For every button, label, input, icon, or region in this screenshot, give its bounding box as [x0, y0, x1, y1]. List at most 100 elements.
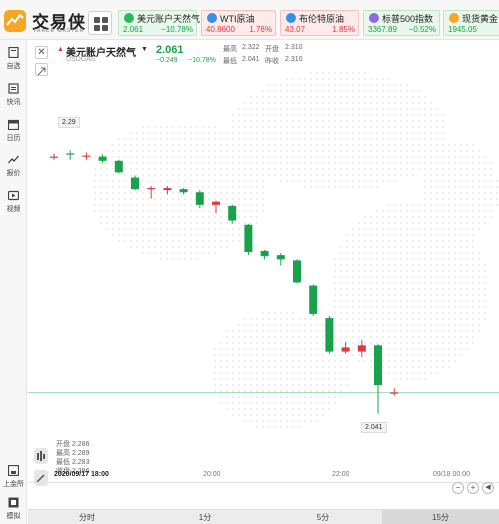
world-map-background — [94, 72, 498, 428]
candle-body — [244, 224, 253, 253]
candle-body — [147, 188, 156, 190]
ticker-change: 1.85% — [332, 25, 355, 34]
simulate-icon — [8, 497, 19, 508]
candle-body — [325, 318, 334, 352]
logo-icon — [4, 10, 26, 32]
sidebar-item-label: 自选 — [6, 63, 21, 70]
sidebar-item-label: 上金所 — [3, 481, 24, 488]
exchange-icon — [8, 465, 19, 476]
candles — [50, 150, 399, 414]
ticker-price: 2.061 — [123, 25, 144, 34]
ticker-sp500[interactable]: 标普500指数 3367.89 −0.52% — [363, 10, 440, 36]
ticker-natgas[interactable]: 美元账户天然气 2.061 −10.78% — [118, 10, 201, 36]
ticker-name: 标普500指数 — [382, 14, 434, 24]
candle-body — [341, 347, 350, 352]
candle-body — [98, 156, 107, 161]
video-icon — [8, 190, 19, 201]
sidebar-item-news[interactable]: 快讯 — [0, 81, 27, 111]
ticker-brent[interactable]: 布伦特原油 43.07 1.85% — [280, 10, 359, 36]
sidebar: 自选 快讯 日历 报价 视频 上金所 模拟 — [0, 40, 27, 524]
ticker-price: 3367.89 — [368, 25, 397, 34]
brand-tagline: TRADE MASTER — [33, 28, 85, 34]
calendar-icon — [8, 119, 19, 130]
candle-body — [50, 156, 58, 158]
sidebar-item-label: 报价 — [6, 170, 21, 177]
candle-body — [357, 345, 366, 352]
ticker-price: 40.8600 — [206, 25, 235, 34]
candle-body — [114, 160, 123, 173]
sidebar-item-label: 快讯 — [6, 99, 21, 106]
candle-body — [390, 392, 399, 394]
ticker-name: 美元账户天然气 — [137, 14, 201, 24]
candle-body — [309, 285, 318, 314]
candle-body — [276, 255, 285, 260]
oil-icon — [286, 13, 296, 23]
candle-body — [131, 177, 139, 190]
candle-body — [66, 153, 75, 155]
interval-tabs: 分时 1分 5分 15分 — [28, 509, 499, 524]
grid-icon — [94, 17, 100, 23]
sidebar-item-label: 日历 — [6, 135, 21, 142]
zoom-out-button[interactable]: − — [452, 482, 464, 494]
sidebar-item-simulate[interactable]: 模拟 — [0, 495, 27, 524]
ohlc-low: 最低 2.283 — [56, 459, 90, 466]
sidebar-item-sge[interactable]: 上金所 — [0, 463, 27, 493]
minus-icon: − — [455, 483, 461, 492]
candle-body — [228, 205, 237, 221]
sidebar-item-label: 模拟 — [6, 513, 21, 520]
x-axis-tick: 22:00 — [332, 471, 350, 478]
candle-body — [260, 250, 269, 257]
candle-body — [374, 345, 382, 386]
ticker-name: 布伦特原油 — [299, 14, 345, 24]
scroll-left-button[interactable]: ◀ — [482, 482, 494, 494]
brand-logo[interactable]: 交易侠 TRADE MASTER — [2, 6, 85, 36]
chevron-left-icon: ◀ — [485, 484, 491, 491]
candle-body — [293, 260, 301, 283]
high-price-tag: 2.29 — [58, 117, 80, 128]
ohlc-open: 开盘 2.286 — [56, 441, 90, 448]
candle-body — [212, 201, 220, 205]
candle-body — [179, 189, 188, 193]
x-axis-line — [28, 482, 499, 483]
candles-icon — [37, 451, 45, 461]
draw-tool-button[interactable] — [34, 470, 48, 486]
sidebar-item-video[interactable]: 视频 — [0, 188, 27, 218]
sidebar-item-watchlist[interactable]: 自选 — [0, 45, 27, 75]
ticker-change: 1.76% — [249, 25, 272, 34]
sidebar-item-quotes[interactable]: 报价 — [0, 152, 27, 182]
zoom-in-button[interactable]: + — [467, 482, 479, 494]
oil-icon — [207, 13, 217, 23]
cursor-time-label: 2020/09/17 18:00 — [54, 471, 109, 478]
app-grid-button[interactable] — [88, 11, 112, 35]
candlestick-chart[interactable] — [28, 40, 499, 485]
ticker-wti[interactable]: WTI原油 40.8600 1.76% — [201, 10, 276, 36]
ticker-change: −10.78% — [161, 25, 193, 34]
candle-body — [82, 155, 91, 157]
ticker-price: 43.07 — [285, 25, 306, 34]
plus-icon: + — [470, 483, 476, 492]
natgas-icon — [124, 13, 134, 23]
candle-body — [163, 188, 172, 191]
news-icon — [8, 83, 19, 94]
gold-icon — [449, 13, 459, 23]
ticker-price: 1945.05 — [448, 25, 477, 34]
top-bar: 交易侠 TRADE MASTER 美元账户天然气 2.061 −10.78% W… — [0, 0, 499, 40]
ticker-name: 现货黄金 — [462, 14, 499, 24]
ticker-name: WTI原油 — [220, 14, 255, 24]
ticker-change: −0.52% — [408, 25, 436, 34]
indicator-toggle-button[interactable] — [34, 448, 48, 464]
ohlc-high: 最高 2.289 — [56, 450, 90, 457]
index-icon — [369, 13, 379, 23]
candle-body — [195, 192, 204, 205]
ticker-gold[interactable]: 现货黄金 1945.05 −0 — [443, 10, 499, 36]
x-axis-tick: 20:00 — [203, 471, 221, 478]
quote-chart-icon — [8, 155, 19, 164]
pen-icon — [36, 474, 45, 483]
tab-15min[interactable]: 15分 — [382, 510, 499, 524]
sidebar-item-calendar[interactable]: 日历 — [0, 117, 27, 147]
low-price-tag: 2.041 — [361, 422, 387, 433]
tab-5min[interactable]: 5分 — [264, 510, 382, 524]
bookmark-icon — [8, 47, 19, 58]
tab-1min[interactable]: 1分 — [146, 510, 264, 524]
tab-timeshare[interactable]: 分时 — [28, 510, 146, 524]
